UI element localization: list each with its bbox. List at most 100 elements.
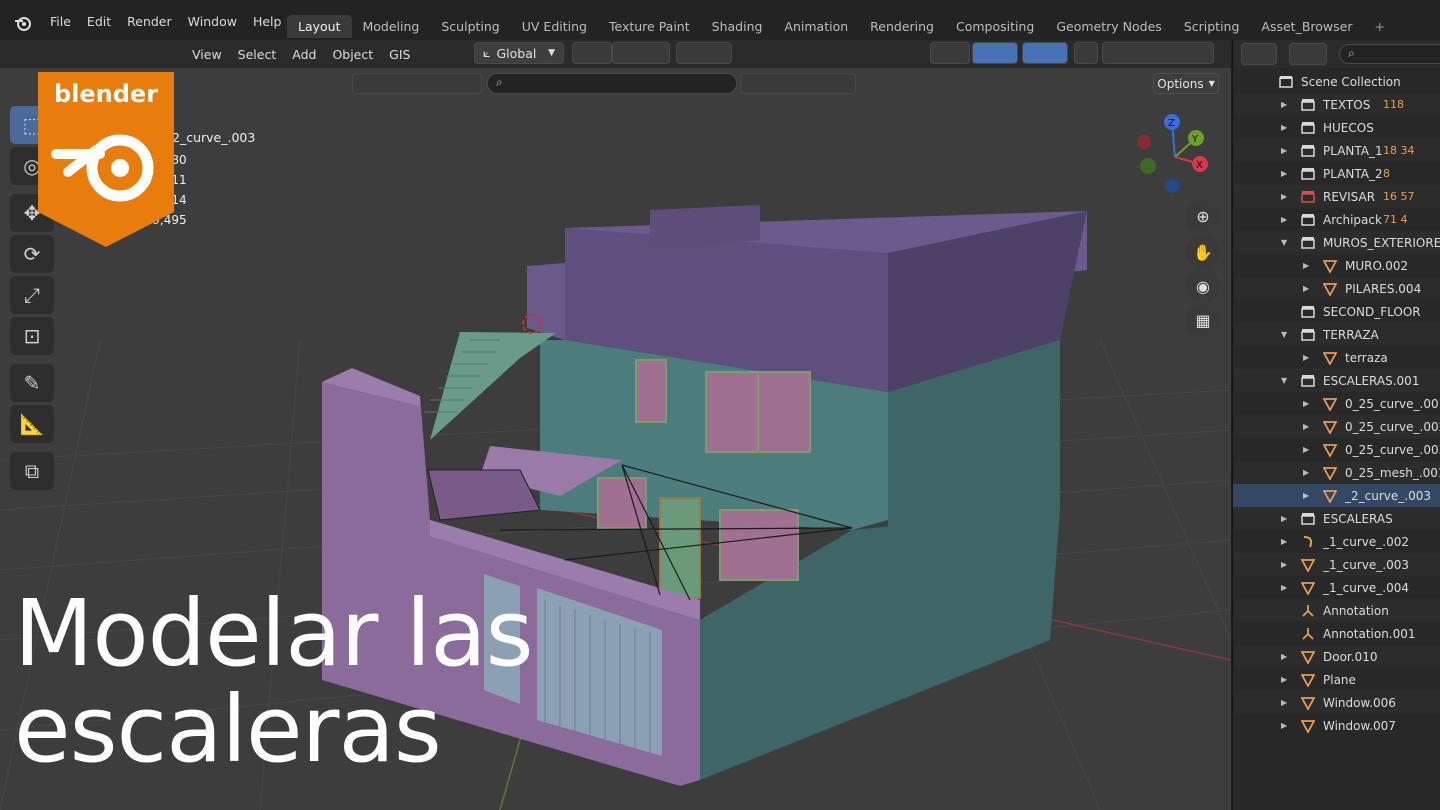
expand-arrow-icon[interactable]: ▶ [1303,284,1309,293]
expand-arrow-icon[interactable]: ▶ [1303,445,1309,454]
outliner-row[interactable]: ▶ _1_curve_.004 [1233,576,1440,599]
outliner-row[interactable]: ▶ PLANTA_2 8 [1233,162,1440,185]
viewport-search-input[interactable]: ⌕ [487,73,737,94]
outliner-row[interactable]: ▶ Archipack 71 4 [1233,208,1440,231]
shading-mode-buttons[interactable] [1102,42,1214,64]
expand-arrow-icon[interactable]: ▶ [1281,169,1287,178]
outliner-row[interactable]: ▶ _1_curve_.002 [1233,530,1440,553]
outliner-row[interactable]: ▶ MURO.002 [1233,254,1440,277]
outliner-row[interactable]: ▶ PLANTA_1 18 34 [1233,139,1440,162]
camera-view-button[interactable]: ◉ [1186,270,1220,302]
tab-sculpting[interactable]: Sculpting [430,15,510,38]
outliner-row[interactable]: Scene Collection [1233,70,1440,93]
outliner-row[interactable]: ▶ terraza [1233,346,1440,369]
vp-menu-add[interactable]: Add [284,47,324,62]
tab-modeling[interactable]: Modeling [352,15,431,38]
outliner-row[interactable]: ▶ 0_25_curve_.003 [1233,438,1440,461]
display-mode-dropdown[interactable] [1241,43,1277,65]
expand-arrow-icon[interactable]: ▶ [1281,560,1287,569]
collapse-arrow-icon[interactable]: ▼ [1281,238,1287,247]
outliner-row[interactable]: ▶ _1_curve_.003 [1233,553,1440,576]
expand-arrow-icon[interactable]: ▶ [1281,675,1287,684]
outliner-row[interactable]: ▶ TEXTOS 118 [1233,93,1440,116]
expand-arrow-icon[interactable]: ▶ [1281,583,1287,592]
vp-menu-view[interactable]: View [184,47,230,62]
menu-edit[interactable]: Edit [79,14,119,29]
expand-arrow-icon[interactable]: ▶ [1281,192,1287,201]
tab-shading[interactable]: Shading [701,15,774,38]
expand-arrow-icon[interactable]: ▶ [1303,353,1309,362]
outliner-row[interactable]: ▶ 0_25_curve_.002 [1233,415,1440,438]
visibility-dropdown[interactable] [930,42,970,64]
expand-arrow-icon[interactable]: ▶ [1303,468,1309,477]
vp-menu-gis[interactable]: GIS [381,47,418,62]
menu-render[interactable]: Render [119,14,180,29]
expand-arrow-icon[interactable]: ▶ [1303,422,1309,431]
expand-arrow-icon[interactable]: ▶ [1281,721,1287,730]
tab-geometry-nodes[interactable]: Geometry Nodes [1045,15,1172,38]
tab-texture-paint[interactable]: Texture Paint [598,15,701,38]
outliner-search-input[interactable]: ⌕ [1339,44,1440,64]
scale-tool[interactable]: ⤢ [10,276,54,314]
outliner-row[interactable]: ▶ 0_25_mesh_.001 [1233,461,1440,484]
menu-window[interactable]: Window [180,14,245,29]
expand-arrow-icon[interactable]: ▶ [1281,100,1287,109]
tab-rendering[interactable]: Rendering [859,15,945,38]
expand-arrow-icon[interactable]: ▶ [1281,514,1287,523]
filter-buttons[interactable] [352,73,482,94]
expand-arrow-icon[interactable]: ▶ [1303,491,1309,500]
navigation-gizmo[interactable]: Z Y X [1130,112,1220,202]
3d-viewport[interactable]: View Select Add Object GIS ⟀ Global ▼ ⌕ … [0,40,1231,810]
outliner-row[interactable]: ▶ _2_curve_.003 [1233,484,1440,507]
gizmo-toggle[interactable] [972,42,1018,64]
vp-menu-object[interactable]: Object [324,47,381,62]
outliner-row[interactable]: ▶ Window.007 [1233,714,1440,737]
vp-menu-select[interactable]: Select [230,47,285,62]
expand-arrow-icon[interactable]: ▶ [1281,123,1287,132]
outliner-row[interactable]: ▶ REVISAR 16 57 [1233,185,1440,208]
collapse-arrow-icon[interactable]: ▼ [1281,376,1287,385]
outliner-row[interactable]: ▶ 0_25_curve_.001 [1233,392,1440,415]
add-workspace-button[interactable]: + [1363,15,1395,38]
outliner-row[interactable]: ▼ ESCALERAS.001 [1233,369,1440,392]
pivot-dropdown[interactable] [572,42,612,64]
collapse-arrow-icon[interactable]: ▼ [1281,330,1287,339]
menu-file[interactable]: File [42,14,79,29]
annotate-tool[interactable]: ✎ [10,364,54,402]
perspective-toggle-button[interactable]: ▦ [1186,304,1220,336]
snap-toggle[interactable] [612,42,670,64]
add-cube-tool[interactable]: ⧉ [10,452,54,490]
outliner-row[interactable]: ▼ MUROS_EXTERIORES [1233,231,1440,254]
filter-dropdown[interactable] [740,73,856,94]
overlay-toggle[interactable] [1022,42,1068,64]
tab-animation[interactable]: Animation [773,15,859,38]
outliner-row[interactable]: SECOND_FLOOR [1233,300,1440,323]
outliner-row[interactable]: ▶ Window.006 [1233,691,1440,714]
outliner-row[interactable]: ▶ PILARES.004 [1233,277,1440,300]
expand-arrow-icon[interactable]: ▶ [1281,537,1287,546]
filter-dropdown[interactable] [1289,43,1327,65]
expand-arrow-icon[interactable]: ▶ [1303,261,1309,270]
expand-arrow-icon[interactable]: ▶ [1281,215,1287,224]
outliner-row[interactable]: ▶ Door.010 [1233,645,1440,668]
expand-arrow-icon[interactable]: ▶ [1281,698,1287,707]
proportional-edit-toggle[interactable] [676,42,732,64]
outliner-row[interactable]: Annotation [1233,599,1440,622]
transform-orientation-dropdown[interactable]: ⟀ Global ▼ [474,42,564,64]
outliner-row[interactable]: ▶ HUECOS [1233,116,1440,139]
outliner-row[interactable]: ▶ ESCALERAS [1233,507,1440,530]
tab-compositing[interactable]: Compositing [945,15,1045,38]
options-dropdown[interactable]: Options ▼ [1153,73,1219,94]
pan-button[interactable]: ✋ [1186,236,1220,268]
menu-help[interactable]: Help [245,14,290,29]
outliner-row[interactable]: ▶ Plane [1233,668,1440,691]
tab-scripting[interactable]: Scripting [1173,15,1251,38]
transform-tool[interactable]: ⊡ [10,317,54,355]
tab-uv-editing[interactable]: UV Editing [511,15,598,38]
expand-arrow-icon[interactable]: ▶ [1303,399,1309,408]
blender-menu-icon[interactable] [14,14,32,32]
zoom-button[interactable]: ⊕ [1186,200,1220,232]
tab-asset-browser[interactable]: Asset_Browser [1250,15,1363,38]
expand-arrow-icon[interactable]: ▶ [1281,652,1287,661]
outliner-row[interactable]: ▼ TERRAZA [1233,323,1440,346]
